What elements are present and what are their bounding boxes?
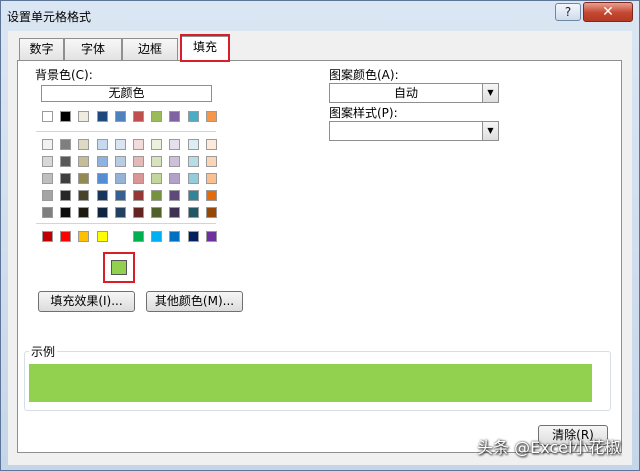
color-swatch[interactable] <box>114 190 126 201</box>
dialog-title: 设置单元格格式 <box>7 10 92 24</box>
color-swatch[interactable] <box>42 139 53 150</box>
color-swatch[interactable] <box>78 111 90 122</box>
dialog-client: 数字 字体 边框 填充 背景色(C): 无颜色 填充效果(I)... 其他颜色(… <box>8 31 632 465</box>
color-swatch[interactable] <box>60 190 72 201</box>
selected-swatch[interactable] <box>111 260 127 275</box>
background-color-label: 背景色(C): <box>35 68 93 82</box>
more-colors-button[interactable]: 其他颜色(M)... <box>146 291 243 312</box>
color-swatch[interactable] <box>96 139 108 150</box>
color-swatch[interactable] <box>96 207 108 218</box>
color-swatch[interactable] <box>205 173 217 184</box>
color-swatch[interactable] <box>133 207 144 218</box>
standard-color-swatch[interactable] <box>169 231 181 242</box>
color-swatch[interactable] <box>78 207 90 218</box>
sample-label: 示例 <box>29 343 58 360</box>
color-swatch[interactable] <box>151 111 163 122</box>
no-color-button[interactable]: 无颜色 <box>41 85 212 102</box>
color-swatch[interactable] <box>60 207 72 218</box>
color-swatch[interactable] <box>169 111 181 122</box>
color-swatch[interactable] <box>96 190 108 201</box>
fill-effects-button[interactable]: 填充效果(I)... <box>38 291 135 312</box>
tab-fill-highlight <box>180 34 230 62</box>
close-button[interactable]: ✕ <box>583 2 633 22</box>
color-swatch[interactable] <box>42 207 53 218</box>
color-swatch[interactable] <box>151 173 163 184</box>
color-swatch[interactable] <box>133 190 144 201</box>
pattern-color-select[interactable]: 自动 ▼ <box>329 83 499 103</box>
color-swatch[interactable] <box>133 139 144 150</box>
color-swatch[interactable] <box>169 139 181 150</box>
watermark-text: 头条 @Excel小花椒 <box>477 438 621 457</box>
title-bar[interactable]: 设置单元格格式 ? ✕ <box>1 1 639 31</box>
color-swatch[interactable] <box>42 190 53 201</box>
color-swatch[interactable] <box>114 111 126 122</box>
chevron-down-icon[interactable]: ▼ <box>482 122 498 140</box>
color-swatch[interactable] <box>42 156 53 167</box>
color-swatch[interactable] <box>187 190 199 201</box>
standard-color-swatch[interactable] <box>151 231 163 242</box>
color-swatch[interactable] <box>60 139 72 150</box>
color-swatch[interactable] <box>114 173 126 184</box>
standard-color-swatch[interactable] <box>78 231 90 242</box>
color-swatch[interactable] <box>60 173 72 184</box>
color-swatch[interactable] <box>60 156 72 167</box>
standard-color-swatch[interactable] <box>42 231 53 242</box>
help-button[interactable]: ? <box>555 3 581 21</box>
color-swatch[interactable] <box>151 207 163 218</box>
color-swatch[interactable] <box>151 156 163 167</box>
standard-color-swatch[interactable] <box>96 231 108 242</box>
color-swatch[interactable] <box>114 207 126 218</box>
color-swatch[interactable] <box>114 139 126 150</box>
standard-color-swatch[interactable] <box>133 231 144 242</box>
color-swatch[interactable] <box>78 190 90 201</box>
color-swatch[interactable] <box>96 156 108 167</box>
fill-panel: 背景色(C): 无颜色 填充效果(I)... 其他颜色(M)... 图案颜色(A… <box>17 60 622 453</box>
color-swatch[interactable] <box>187 139 199 150</box>
color-swatch[interactable] <box>169 190 181 201</box>
color-swatch[interactable] <box>205 190 217 201</box>
format-cells-dialog: 设置单元格格式 ? ✕ 数字 字体 边框 填充 背景色(C): 无颜色 填充效果… <box>0 0 640 471</box>
color-swatch[interactable] <box>133 111 144 122</box>
color-swatch[interactable] <box>114 156 126 167</box>
color-swatch[interactable] <box>187 207 199 218</box>
palette-separator <box>36 131 216 132</box>
color-swatch[interactable] <box>133 173 144 184</box>
standard-color-swatch[interactable] <box>205 231 217 242</box>
tab-font[interactable]: 字体 <box>64 38 122 60</box>
color-swatch[interactable] <box>169 156 181 167</box>
color-swatch[interactable] <box>78 173 90 184</box>
color-swatch[interactable] <box>187 111 199 122</box>
color-swatch[interactable] <box>151 139 163 150</box>
selected-swatch-highlight[interactable] <box>103 252 135 283</box>
color-swatch[interactable] <box>169 173 181 184</box>
tab-number[interactable]: 数字 <box>19 38 64 60</box>
color-swatch[interactable] <box>42 111 53 122</box>
color-swatch[interactable] <box>96 173 108 184</box>
color-swatch[interactable] <box>205 207 217 218</box>
color-swatch[interactable] <box>96 111 108 122</box>
color-swatch[interactable] <box>151 190 163 201</box>
standard-color-swatch[interactable] <box>60 231 72 242</box>
color-swatch[interactable] <box>187 173 199 184</box>
pattern-color-label: 图案颜色(A): <box>329 68 399 82</box>
chevron-down-icon[interactable]: ▼ <box>482 84 498 102</box>
color-swatch[interactable] <box>187 156 199 167</box>
color-swatch[interactable] <box>205 111 217 122</box>
color-swatch[interactable] <box>133 156 144 167</box>
sample-preview <box>29 364 592 402</box>
color-swatch[interactable] <box>60 111 72 122</box>
color-swatch[interactable] <box>205 156 217 167</box>
standard-color-swatch[interactable] <box>187 231 199 242</box>
color-swatch[interactable] <box>42 173 53 184</box>
pattern-style-label: 图案样式(P): <box>329 106 398 120</box>
color-swatch[interactable] <box>78 156 90 167</box>
pattern-color-value: 自动 <box>393 86 418 100</box>
color-swatch[interactable] <box>169 207 181 218</box>
color-swatch[interactable] <box>205 139 217 150</box>
pattern-style-select[interactable]: ▼ <box>329 121 499 141</box>
tab-border[interactable]: 边框 <box>122 38 178 60</box>
color-swatch[interactable] <box>78 139 90 150</box>
palette-separator <box>36 223 216 224</box>
